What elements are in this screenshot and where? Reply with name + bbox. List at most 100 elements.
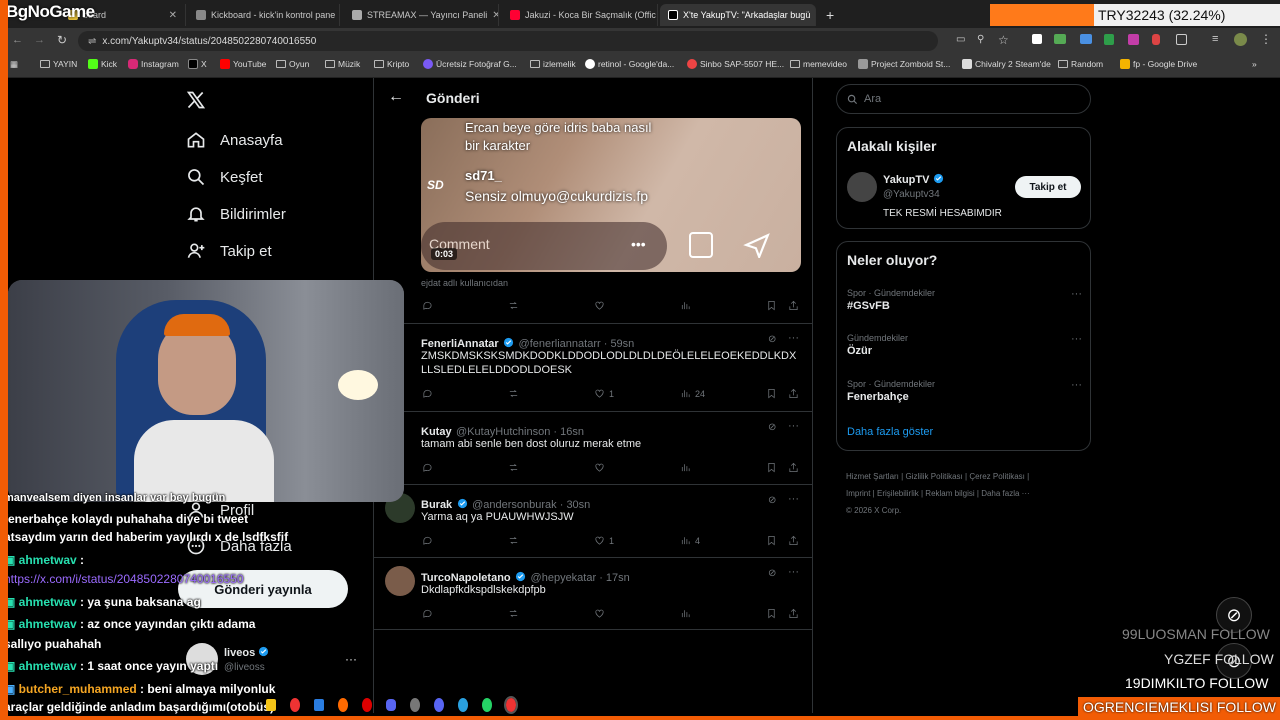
footer-link[interactable]: Daha fazla ···: [981, 489, 1029, 498]
browser-tab[interactable]: Kickboard - kick'in kontrol pane✕: [188, 4, 340, 26]
footer-link[interactable]: Reklam bilgisi: [925, 489, 974, 498]
views-button[interactable]: [680, 300, 691, 311]
share-button[interactable]: [788, 608, 799, 619]
footer-link[interactable]: Çerez Politikası: [969, 472, 1025, 481]
nav-home[interactable]: Anasayfa: [186, 130, 283, 150]
app-icon[interactable]: [434, 698, 444, 712]
bookmark-button[interactable]: [766, 535, 777, 546]
reply-tweet[interactable]: Burak @andersonburak · 30sn ⊘ ··· Yarma …: [374, 485, 812, 558]
zoom-icon[interactable]: ⚲: [977, 34, 984, 45]
related-name[interactable]: YakupTV: [883, 173, 944, 186]
extension-icon[interactable]: [1080, 34, 1092, 44]
views-button[interactable]: 4: [680, 535, 700, 546]
repost-button[interactable]: [508, 608, 519, 619]
extensions-puzzle-icon[interactable]: [1176, 34, 1187, 45]
extension-icon[interactable]: [1104, 34, 1114, 45]
back-icon[interactable]: ←: [12, 34, 23, 46]
reply-button[interactable]: [422, 535, 433, 546]
firefox-icon[interactable]: [338, 698, 348, 712]
account-name[interactable]: liveos: [224, 646, 269, 659]
bookmark-item[interactable]: retinol - Google'da...: [585, 59, 674, 69]
reply-button[interactable]: [422, 608, 433, 619]
search-box[interactable]: Ara: [836, 84, 1091, 114]
bookmark-button[interactable]: [766, 388, 777, 399]
discord-icon[interactable]: [386, 699, 396, 711]
footer-link[interactable]: Imprint: [846, 489, 870, 498]
close-icon[interactable]: ✕: [815, 10, 816, 21]
apps-icon[interactable]: ▦: [10, 59, 18, 70]
forward-icon[interactable]: →: [34, 34, 45, 46]
bookmark-item[interactable]: Project Zomboid St...: [858, 59, 950, 69]
bookmark-button[interactable]: [766, 608, 777, 619]
chrome-icon[interactable]: [504, 696, 518, 714]
bookmark-item[interactable]: Kripto: [374, 59, 409, 69]
bookmark-item[interactable]: Random: [1058, 59, 1103, 69]
like-button[interactable]: [594, 462, 605, 473]
share-button[interactable]: [788, 535, 799, 546]
bookmark-item[interactable]: Oyun: [276, 59, 309, 69]
tweet-more-icon[interactable]: ···: [788, 420, 799, 432]
reply-tweet[interactable]: FenerliAnnatar @fenerliannatarr · 59sn ⊘…: [368, 324, 812, 412]
reply-button[interactable]: [422, 462, 433, 473]
nav-follow[interactable]: Takip et: [186, 241, 272, 261]
chat-link[interactable]: https://x.com/i/status/20485022807400165…: [4, 572, 244, 586]
reply-tweet[interactable]: Kutay @KutayHutchinson · 16sn ⊘ ··· tama…: [368, 412, 812, 485]
back-arrow-icon[interactable]: ←: [388, 88, 404, 106]
bookmark-star-icon[interactable]: ☆: [998, 33, 1009, 47]
browser-tab-active[interactable]: X'te YakupTV: "Arkadaşlar bugü✕: [660, 4, 816, 26]
grok-icon[interactable]: ⊘: [768, 568, 776, 579]
extension-icon[interactable]: [1152, 34, 1160, 45]
views-button[interactable]: [680, 608, 691, 619]
bookmark-item[interactable]: YouTube: [220, 59, 266, 69]
chrome-icon[interactable]: [290, 698, 300, 712]
browser-tab[interactable]: Jakuzi - Koca Bir Saçmalık (Offic✕: [502, 4, 658, 26]
trend-item[interactable]: Gündemdekiler Özür ···: [847, 333, 1082, 357]
menu-icon[interactable]: ⋮: [1260, 32, 1272, 46]
video-player[interactable]: Ercan beye göre idris baba nasıl bir kar…: [421, 118, 801, 272]
trend-item[interactable]: Spor · Gündemdekiler Fenerbahçe ···: [847, 379, 1082, 403]
repost-button[interactable]: [508, 300, 519, 311]
bookmark-item[interactable]: YAYIN: [40, 59, 77, 69]
trend-more-icon[interactable]: ···: [1071, 379, 1082, 391]
nav-notifications[interactable]: Bildirimler: [186, 204, 286, 224]
telegram-icon[interactable]: [458, 698, 468, 712]
profile-avatar[interactable]: [1234, 33, 1247, 46]
whatsapp-icon[interactable]: [482, 698, 492, 712]
trend-more-icon[interactable]: ···: [1071, 333, 1082, 345]
bookmark-item[interactable]: X: [188, 59, 207, 69]
share-button[interactable]: [788, 300, 799, 311]
repost-button[interactable]: [508, 462, 519, 473]
share-button[interactable]: [788, 462, 799, 473]
avatar[interactable]: [847, 172, 877, 202]
bookmark-item[interactable]: Müzik: [325, 59, 360, 69]
footer-link[interactable]: Hizmet Şartları: [846, 472, 899, 481]
trend-item[interactable]: Spor · Gündemdekiler #GSvFB ···: [847, 288, 1082, 312]
tweet-more-icon[interactable]: ···: [788, 493, 799, 505]
like-button[interactable]: [594, 300, 605, 311]
browser-tab[interactable]: STREAMAX — Yayıncı Paneli✕: [344, 4, 499, 26]
bookmark-button[interactable]: [766, 300, 777, 311]
extension-icon[interactable]: [1032, 34, 1042, 44]
close-icon[interactable]: ✕: [492, 10, 498, 21]
bookmark-item[interactable]: Sinbo SAP-5507 HE...: [687, 59, 784, 69]
folder-icon[interactable]: [266, 699, 276, 711]
new-tab-button[interactable]: +: [818, 4, 842, 26]
tweet-more-icon[interactable]: ···: [788, 566, 799, 578]
footer-link[interactable]: Gizlilik Politikası: [905, 472, 962, 481]
url-field[interactable]: ⇌ x.com/Yakuptv34/status/204850228074001…: [78, 31, 938, 51]
bookmark-item[interactable]: Kick: [88, 59, 117, 69]
bookmark-item[interactable]: Instagram: [128, 59, 179, 69]
close-icon[interactable]: ✕: [169, 10, 177, 21]
footer-link[interactable]: Erişilebilirlik: [877, 489, 919, 498]
grok-icon[interactable]: ⊘: [768, 422, 776, 433]
bookmark-item[interactable]: fp - Google Drive: [1120, 59, 1197, 69]
more-bookmarks-icon[interactable]: »: [1252, 59, 1257, 69]
reply-button[interactable]: [422, 388, 433, 399]
bookmark-item[interactable]: Chivalry 2 Steam'de: [962, 59, 1051, 69]
follow-button[interactable]: Takip et: [1015, 176, 1081, 198]
trend-more-icon[interactable]: ···: [1071, 288, 1082, 300]
like-button[interactable]: 1: [594, 388, 614, 399]
media-icon[interactable]: ≡: [1212, 33, 1218, 45]
extension-icon[interactable]: [1054, 34, 1066, 44]
like-button[interactable]: 1: [594, 535, 614, 546]
